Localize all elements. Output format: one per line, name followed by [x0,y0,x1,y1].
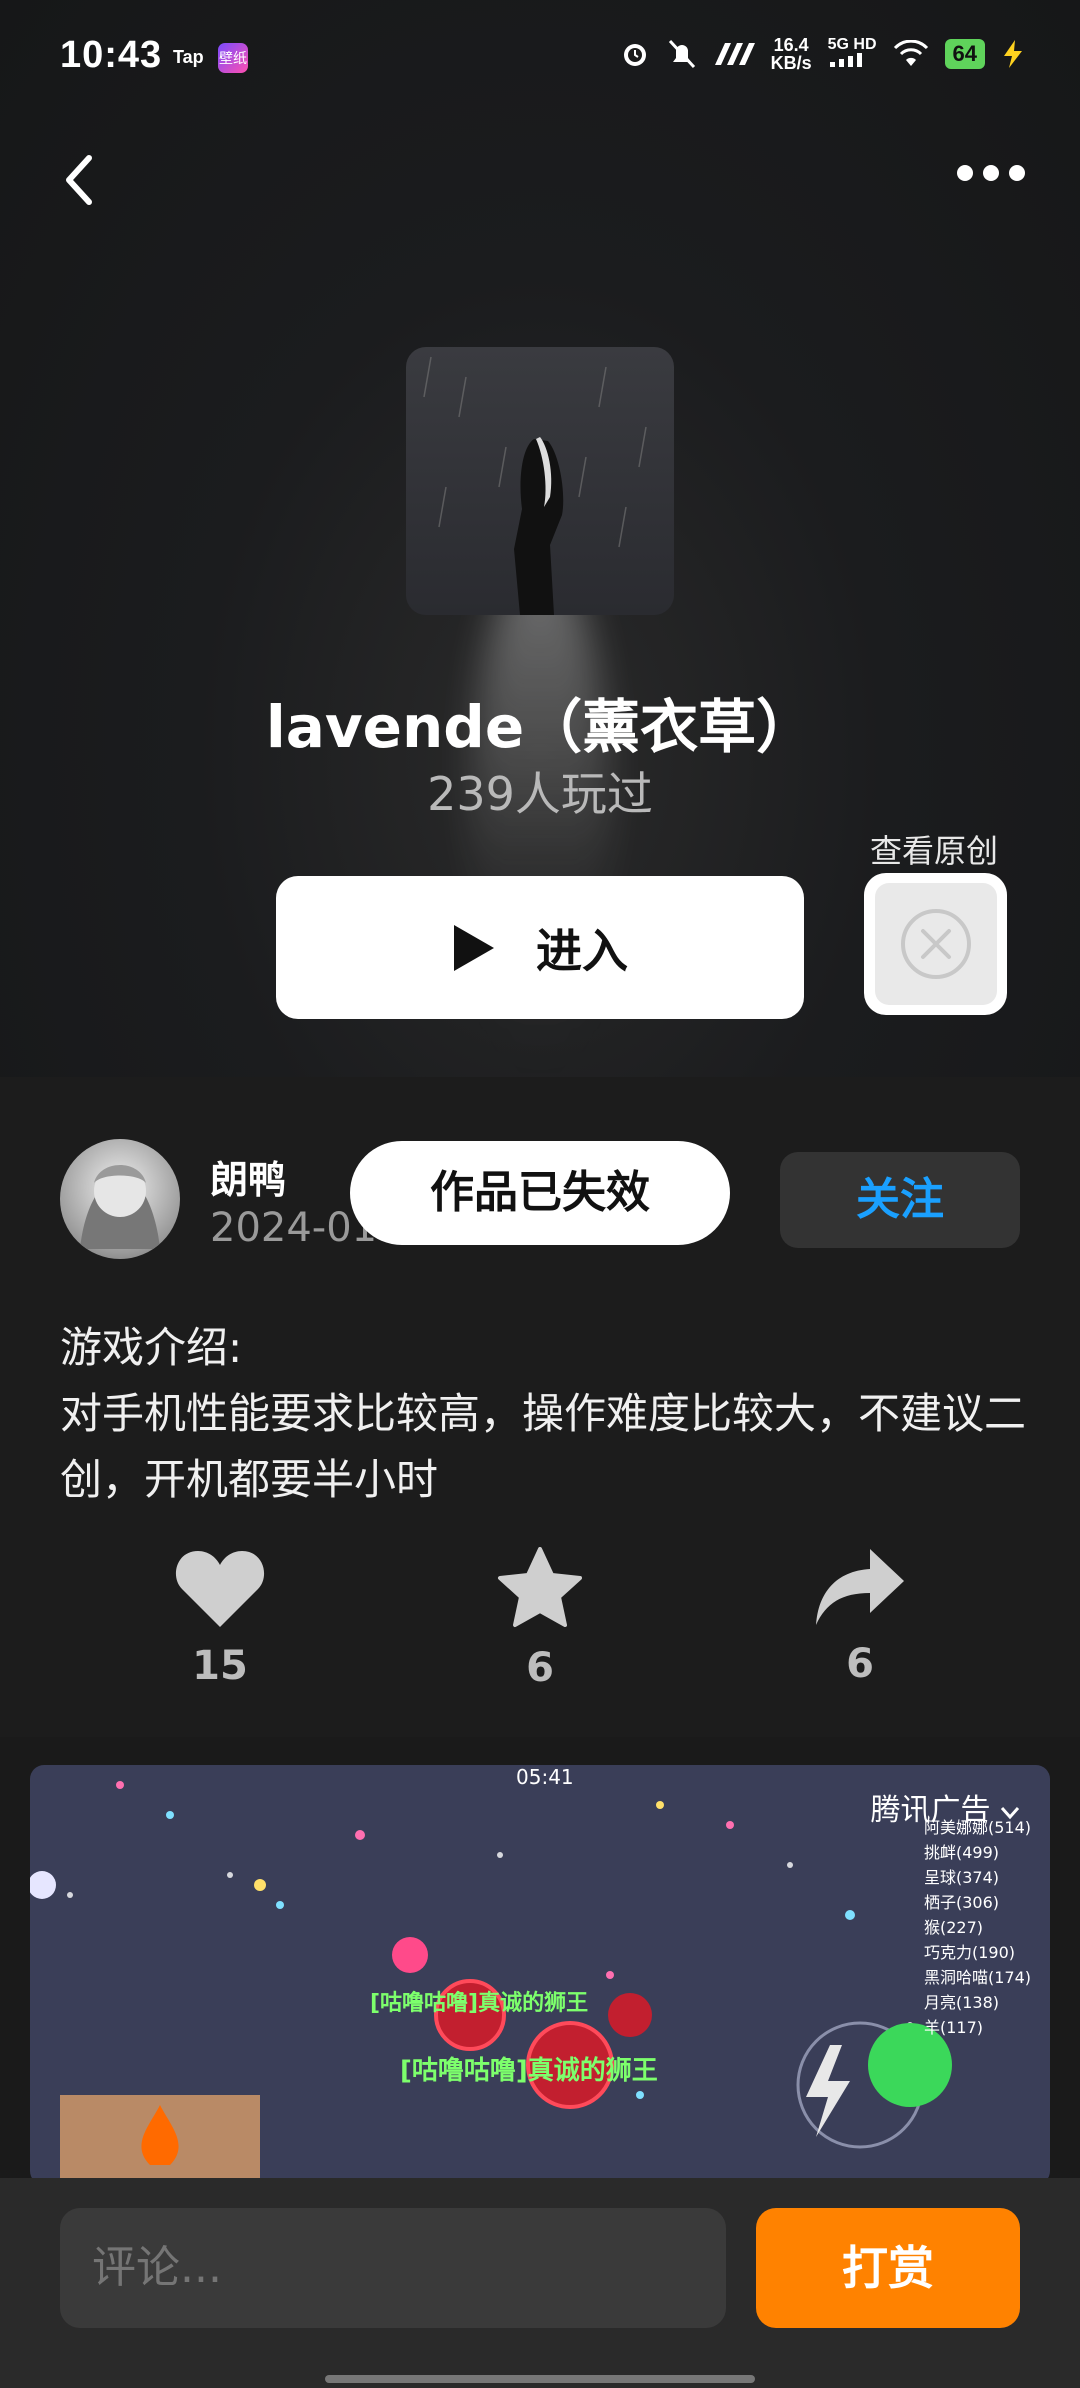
back-icon[interactable] [55,150,105,210]
charging-icon [1004,40,1022,68]
enter-button[interactable]: 进入 [276,876,804,1019]
work-invalid-toast: 作品已失效 [350,1141,730,1245]
play-icon [454,924,494,971]
network-indicator: 5G HD [828,37,877,71]
publish-date: 2024-01 [210,1205,378,1251]
tap-icon: Tap [173,47,204,67]
wifi-icon [893,40,928,66]
game-cover-image [406,347,674,615]
favorite-button[interactable]: 6 [460,1547,620,1691]
avatar-artwork [80,1165,160,1249]
like-count: 15 [192,1643,248,1689]
author-name[interactable]: 朗鸭 [210,1149,286,1204]
more-options-button[interactable] [957,165,1025,181]
played-count: 239人玩过 [427,767,653,821]
avatar[interactable] [60,1139,180,1259]
share-icon [816,1549,904,1625]
author-section: 朗鸭 2024-01 作品已失效 关注 游戏介绍: 对手机性能要求比较高，操作难… [0,1077,1080,1737]
home-indicator[interactable] [325,2375,755,2383]
ad-game-time: 05:41 [516,1765,574,1789]
cell-signal-icon [829,53,862,67]
view-original-button[interactable] [864,873,1007,1015]
bottom-bar: 打赏 [0,2178,1080,2388]
like-button[interactable]: 15 [140,1547,300,1689]
ad-banner[interactable]: 05:41 腾讯广告 阿美娜娜(514) 挑衅(499) 呈球(374) 栖子(… [30,1765,1050,2185]
enter-label: 进入 [536,923,628,978]
ad-overlay-text: [咕噜咕噜]真诚的狮王 [400,2056,658,2086]
tip-button[interactable]: 打赏 [756,2208,1020,2328]
cover-artwork [423,356,647,615]
status-bar: 10:43 Tap 壁纸 16.4 KB/s 5G HD 64 [0,0,1080,115]
dot-icon [1009,165,1025,181]
follow-button[interactable]: 关注 [780,1152,1020,1248]
star-icon [498,1547,582,1627]
intro-heading: 游戏介绍: [60,1323,243,1372]
ad-overlay-text: [咕噜咕噜]真诚的狮王 [370,1991,589,2016]
alarm-icon [623,44,646,66]
favorite-count: 6 [526,1645,554,1691]
wallpaper-app-icon: 壁纸 [218,43,248,73]
signal-brand-icon [714,43,755,65]
net-speed: 16.4 KB/s [770,35,812,73]
view-original-label[interactable]: 查看原创 [870,826,998,872]
unavailable-icon [900,909,971,979]
battery-level: 64 [944,39,985,69]
dot-icon [983,165,999,181]
share-count: 6 [846,1641,874,1687]
status-time: 10:43 [60,34,163,76]
dot-icon [957,165,973,181]
interaction-stats: 15 6 6 [0,1547,1080,1707]
comment-input[interactable] [60,2208,726,2328]
game-intro: 游戏介绍: 对手机性能要求比较高，操作难度比较大，不建议二创，开机都要半小时 [60,1315,1030,1513]
intro-body: 对手机性能要求比较高，操作难度比较大，不建议二创，开机都要半小时 [60,1389,1027,1504]
heart-icon [175,1551,265,1627]
ad-leaderboard: 阿美娜娜(514) 挑衅(499) 呈球(374) 栖子(306) 猴(227)… [924,1818,1032,2037]
mute-bell-icon [668,39,695,69]
share-button[interactable]: 6 [780,1547,940,1687]
game-title: lavende（薰衣草） [265,693,815,761]
